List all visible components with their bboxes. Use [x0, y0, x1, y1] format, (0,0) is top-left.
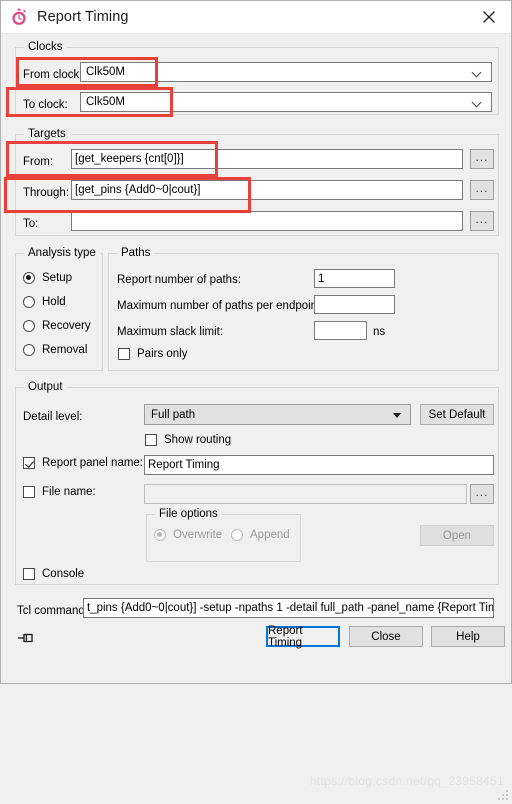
tcl-command-label: Tcl command:	[17, 605, 88, 617]
to-clock-combo[interactable]: Clk50M	[80, 92, 492, 112]
close-icon	[483, 10, 495, 23]
to-clock-value: Clk50M	[86, 96, 125, 108]
open-button[interactable]: Open	[420, 525, 494, 546]
paths-legend: Paths	[117, 247, 155, 259]
chevron-down-icon	[473, 69, 482, 75]
radio-dot-icon	[23, 272, 35, 284]
tcl-command-value: t_pins {Add0~0|cout}] -setup -npaths 1 -…	[87, 602, 494, 614]
clocks-legend: Clocks	[24, 41, 67, 53]
analysis-type-legend: Analysis type	[24, 247, 100, 259]
radio-append[interactable]: Append	[231, 529, 290, 541]
radio-dot-icon	[154, 529, 166, 541]
window-title: Report Timing	[37, 9, 129, 25]
targets-legend: Targets	[24, 128, 70, 140]
file-name-checkbox[interactable]: File name:	[23, 486, 96, 498]
output-legend: Output	[24, 381, 67, 393]
from-label: From:	[23, 156, 54, 168]
through-label: Through:	[23, 187, 70, 199]
watermark-text: https://blog.csdn.net/qq_23958451	[309, 774, 504, 788]
triangle-down-icon	[393, 412, 401, 418]
report-panel-name-label: Report panel name:	[42, 457, 144, 469]
radio-append-label: Append	[250, 529, 290, 541]
max-slack-limit-label: Maximum slack limit:	[117, 326, 224, 338]
slack-units-label: ns	[373, 326, 386, 338]
radio-dot-icon	[23, 344, 35, 356]
dock-pin-icon[interactable]	[17, 631, 35, 648]
stopwatch-icon	[10, 8, 28, 26]
show-routing-checkbox[interactable]: Show routing	[145, 434, 231, 446]
console-checkbox[interactable]: Console	[23, 568, 84, 580]
radio-hold[interactable]: Hold	[23, 296, 66, 308]
checkbox-icon	[23, 486, 35, 498]
report-timing-button[interactable]: Report Timing	[266, 625, 340, 649]
close-window-button[interactable]	[467, 1, 511, 32]
radio-dot-icon	[23, 296, 35, 308]
checkbox-icon	[23, 457, 35, 469]
to-clock-label: To clock:	[23, 99, 68, 111]
from-browse-button[interactable]: ...	[470, 149, 494, 169]
tcl-command-input[interactable]: t_pins {Add0~0|cout}] -setup -npaths 1 -…	[83, 598, 494, 618]
chevron-down-icon	[473, 99, 482, 105]
detail-level-combo[interactable]: Full path	[144, 404, 411, 425]
file-options-legend: File options	[155, 508, 222, 520]
detail-level-value: Full path	[151, 408, 196, 421]
report-panel-name-checkbox[interactable]: Report panel name:	[23, 457, 143, 469]
report-number-of-paths-label: Report number of paths:	[117, 274, 242, 286]
help-button[interactable]: Help	[431, 626, 505, 647]
radio-hold-label: Hold	[42, 296, 66, 308]
close-button[interactable]: Close	[349, 626, 423, 647]
detail-level-label: Detail level:	[23, 411, 83, 423]
max-paths-per-endpoint-input[interactable]	[314, 295, 395, 314]
radio-setup[interactable]: Setup	[23, 272, 72, 284]
title-bar: Report Timing	[1, 1, 511, 34]
pairs-only-label: Pairs only	[137, 348, 188, 360]
show-routing-label: Show routing	[164, 434, 232, 446]
from-clock-combo[interactable]: Clk50M	[80, 62, 492, 82]
report-timing-dialog: Report Timing Clocks From clock: Clk50M …	[0, 0, 512, 684]
to-label: To:	[23, 218, 39, 230]
report-panel-name-input[interactable]: Report Timing	[144, 455, 494, 475]
radio-dot-icon	[23, 320, 35, 332]
max-slack-limit-input[interactable]	[314, 321, 367, 340]
through-browse-button[interactable]: ...	[470, 180, 494, 200]
radio-recovery-label: Recovery	[42, 320, 91, 332]
report-panel-name-value: Report Timing	[148, 459, 220, 471]
checkbox-icon	[23, 568, 35, 580]
radio-recovery[interactable]: Recovery	[23, 320, 91, 332]
max-paths-per-endpoint-label: Maximum number of paths per endpoint:	[117, 300, 324, 312]
from-clock-value: Clk50M	[86, 66, 125, 78]
checkbox-icon	[118, 348, 130, 360]
from-clock-label: From clock:	[23, 69, 83, 81]
to-input[interactable]	[71, 211, 463, 231]
console-label: Console	[42, 568, 85, 580]
radio-removal-label: Removal	[42, 344, 88, 356]
file-name-browse-button[interactable]: ...	[470, 484, 494, 504]
checkbox-icon	[145, 434, 157, 446]
radio-removal[interactable]: Removal	[23, 344, 87, 356]
report-number-of-paths-value: 1	[318, 272, 325, 285]
pairs-only-checkbox[interactable]: Pairs only	[118, 348, 188, 360]
radio-setup-label: Setup	[42, 272, 73, 284]
through-input[interactable]: [get_pins {Add0~0|cout}]	[71, 180, 463, 200]
report-number-of-paths-input[interactable]: 1	[314, 269, 395, 288]
to-browse-button[interactable]: ...	[470, 211, 494, 231]
radio-overwrite[interactable]: Overwrite	[154, 529, 222, 541]
file-name-label: File name:	[42, 486, 96, 498]
set-default-button[interactable]: Set Default	[420, 404, 494, 425]
resize-grip-icon[interactable]	[498, 790, 508, 800]
radio-dot-icon	[231, 529, 243, 541]
file-name-input[interactable]	[144, 484, 467, 504]
from-input-value: [get_keepers {cnt[0]}]	[75, 153, 184, 165]
through-input-value: [get_pins {Add0~0|cout}]	[75, 184, 201, 196]
from-input[interactable]: [get_keepers {cnt[0]}]	[71, 149, 463, 169]
radio-overwrite-label: Overwrite	[173, 529, 223, 541]
